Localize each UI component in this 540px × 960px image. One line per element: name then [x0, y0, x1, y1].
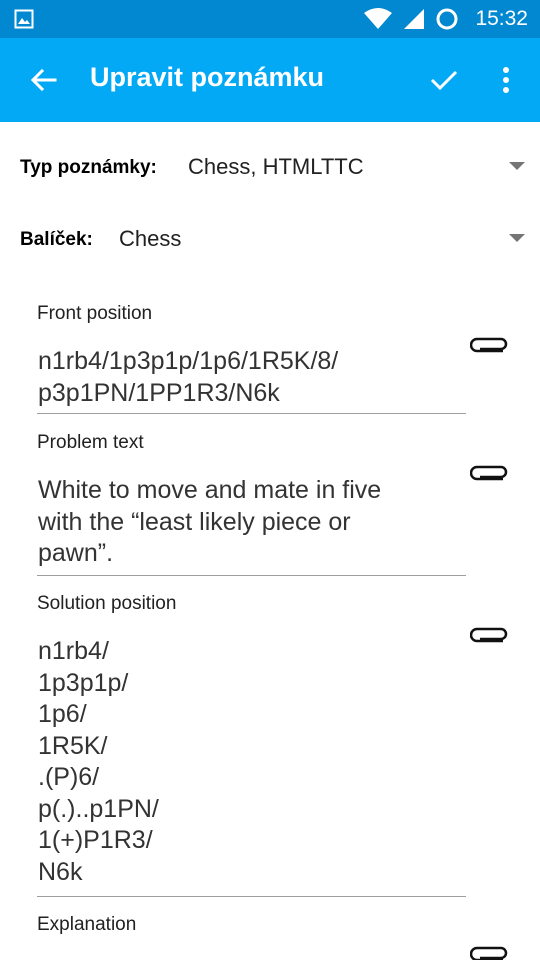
chevron-down-icon[interactable]	[509, 162, 525, 170]
paperclip-icon[interactable]	[470, 464, 510, 482]
back-arrow-icon[interactable]	[28, 64, 60, 96]
status-time: 15:32	[475, 7, 528, 30]
note-type-value[interactable]: Chess, HTMLTTC	[188, 154, 364, 180]
overflow-menu-icon[interactable]	[494, 64, 518, 96]
field-label-front-position: Front position	[37, 303, 153, 324]
field-label-problem-text: Problem text	[37, 432, 144, 453]
signal-icon	[404, 9, 425, 29]
paperclip-icon[interactable]	[470, 336, 510, 354]
wifi-icon	[364, 8, 393, 29]
app-bar: Upravit poznámku	[0, 38, 540, 122]
field-underline	[37, 896, 466, 897]
deck-value[interactable]: Chess	[119, 226, 181, 252]
chevron-down-icon[interactable]	[509, 234, 525, 242]
field-label-solution-position: Solution position	[37, 593, 177, 614]
field-input-solution-position[interactable]: n1rb4/ 1p3p1p/ 1p6/ 1R5K/ .(P)6/ p(.)..p…	[38, 636, 458, 888]
paperclip-icon[interactable]	[470, 626, 510, 644]
field-underline	[37, 413, 466, 414]
note-type-spinner[interactable]: Typ poznámky: Chess, HTMLTTC	[0, 142, 540, 192]
field-input-problem-text[interactable]: White to move and mate in five with the …	[38, 475, 458, 570]
status-bar: 15:32	[0, 0, 540, 38]
field-label-explanation: Explanation	[37, 914, 137, 935]
sync-circle-icon	[436, 8, 458, 30]
check-icon[interactable]	[428, 64, 460, 96]
image-icon	[14, 9, 34, 29]
deck-label: Balíček:	[20, 229, 93, 250]
note-type-label: Typ poznámky:	[20, 157, 157, 178]
field-input-front-position[interactable]: n1rb4/1p3p1p/1p6/1R5K/8/ p3p1PN/1PP1R3/N…	[38, 346, 458, 409]
field-underline	[37, 575, 466, 576]
page-title: Upravit poznámku	[90, 62, 325, 92]
deck-spinner[interactable]: Balíček: Chess	[0, 214, 540, 264]
paperclip-icon[interactable]	[470, 945, 510, 960]
